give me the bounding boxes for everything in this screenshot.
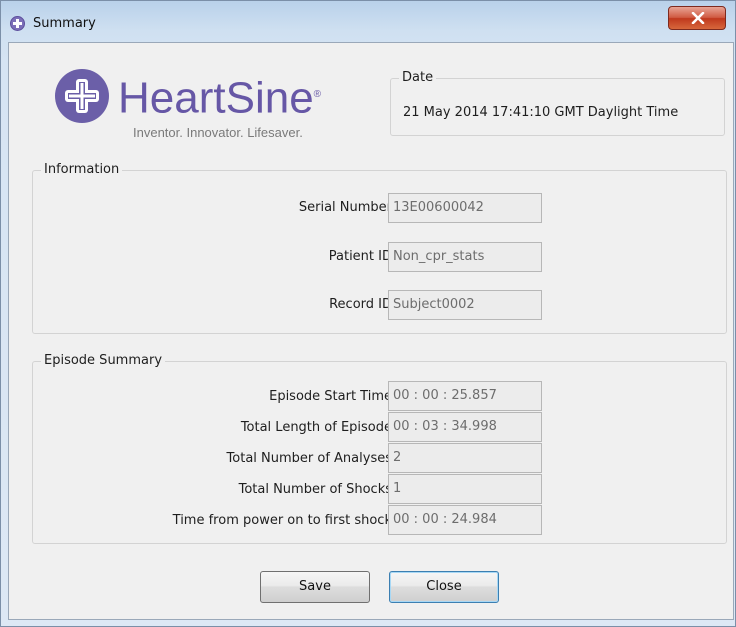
heartsine-logo: HeartSine® Inventor. Innovator. Lifesave… bbox=[55, 69, 355, 149]
analyses-count-field[interactable]: 2 bbox=[388, 443, 542, 473]
record-id-field[interactable]: Subject0002 bbox=[388, 290, 542, 320]
serial-number-field[interactable]: 13E00600042 bbox=[388, 193, 542, 223]
window-title: Summary bbox=[33, 16, 96, 31]
date-legend: Date bbox=[399, 70, 437, 86]
close-x-icon bbox=[691, 12, 705, 24]
episode-summary-group: Episode Summary Episode Start Time 00 : … bbox=[32, 353, 727, 544]
serial-number-label: Serial Number bbox=[298, 200, 392, 215]
episode-length-field[interactable]: 00 : 03 : 34.998 bbox=[388, 412, 542, 442]
episode-start-time-field[interactable]: 00 : 00 : 25.857 bbox=[388, 381, 542, 411]
analyses-count-label: Total Number of Analyses bbox=[226, 451, 392, 466]
episode-summary-legend: Episode Summary bbox=[41, 353, 166, 369]
information-legend: Information bbox=[41, 162, 123, 178]
dialog-body: HeartSine® Inventor. Innovator. Lifesave… bbox=[8, 42, 734, 620]
close-button[interactable]: Close bbox=[389, 571, 499, 603]
first-shock-time-label: Time from power on to first shock bbox=[172, 513, 392, 528]
logo-tagline: Inventor. Innovator. Lifesaver. bbox=[133, 125, 303, 140]
record-id-label: Record ID bbox=[329, 297, 392, 312]
episode-length-label: Total Length of Episode bbox=[240, 420, 392, 435]
date-group: Date 21 May 2014 17:41:10 GMT Daylight T… bbox=[390, 70, 725, 136]
shocks-count-field[interactable]: 1 bbox=[388, 474, 542, 504]
first-shock-time-field[interactable]: 00 : 00 : 24.984 bbox=[388, 505, 542, 535]
heartsine-logo-icon bbox=[55, 69, 109, 123]
date-value: 21 May 2014 17:41:10 GMT Daylight Time bbox=[403, 105, 679, 120]
title-bar[interactable]: Summary bbox=[1, 1, 735, 43]
heartsine-app-icon bbox=[10, 16, 25, 31]
patient-id-label: Patient ID bbox=[328, 249, 392, 264]
shocks-count-label: Total Number of Shocks bbox=[238, 482, 392, 497]
logo-brand: HeartSine® bbox=[118, 73, 322, 123]
information-group: Information Serial Number 13E00600042 Pa… bbox=[32, 162, 727, 334]
episode-start-time-label: Episode Start Time bbox=[269, 389, 392, 404]
window-close-button[interactable] bbox=[668, 6, 726, 30]
summary-window: Summary HeartSine® Inventor. Innovator. … bbox=[0, 0, 736, 627]
save-button[interactable]: Save bbox=[260, 571, 370, 603]
patient-id-field[interactable]: Non_cpr_stats bbox=[388, 242, 542, 272]
